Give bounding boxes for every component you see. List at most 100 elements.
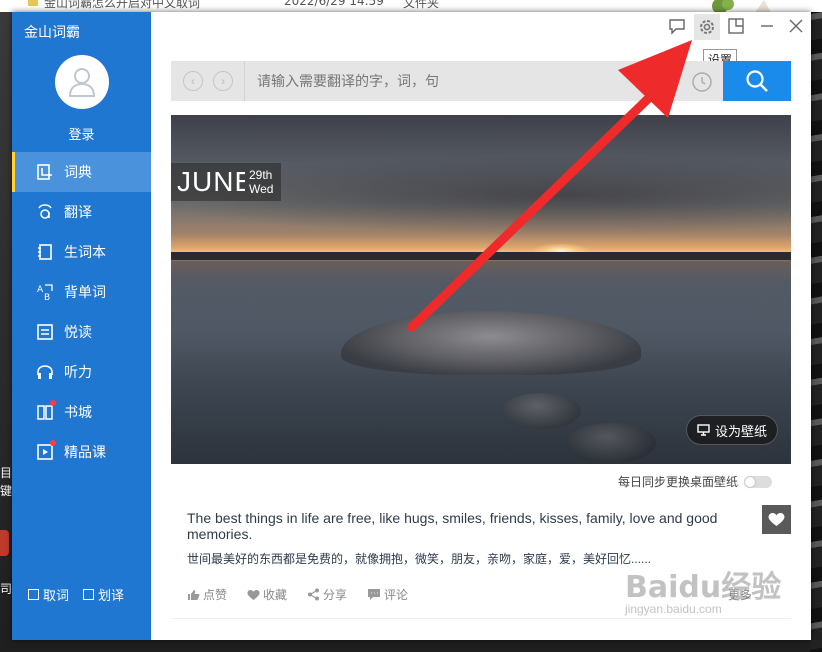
explorer-file-type: 文件夹 bbox=[403, 0, 440, 10]
sidebar-item-bookstore[interactable]: 书城 bbox=[12, 392, 151, 432]
date-weekday: Wed bbox=[249, 182, 274, 196]
settings-icon bbox=[700, 20, 714, 34]
comment-icon bbox=[368, 589, 381, 600]
login-link[interactable]: 登录 bbox=[12, 124, 151, 143]
date-side: 29th Wed bbox=[249, 168, 273, 196]
sidebar-item-dictionary[interactable]: 词典 bbox=[12, 152, 151, 192]
share-button[interactable]: 分享 bbox=[307, 586, 347, 603]
image-shoreline bbox=[171, 252, 791, 260]
wallpaper-sync-toggle[interactable] bbox=[744, 475, 773, 488]
select-translate-checkbox[interactable]: 划译 bbox=[83, 585, 124, 604]
sidebar-item-label: 听力 bbox=[64, 364, 92, 380]
sidebar-item-label: 背单词 bbox=[64, 284, 106, 300]
date-month: JUNE bbox=[177, 166, 245, 197]
comment-label: 评论 bbox=[384, 588, 409, 602]
sidebar-nav: 词典 翻译 生词本 AB 背单词 悦读 听力 书城 精品课 bbox=[12, 152, 151, 472]
desktop-wallpaper-edge bbox=[810, 0, 822, 652]
image-rock bbox=[341, 311, 641, 375]
sidebar-item-wordbook[interactable]: 生词本 bbox=[12, 232, 151, 272]
feedback-button[interactable] bbox=[668, 17, 686, 35]
sidebar-bottom-options: 取词 划译 bbox=[28, 585, 124, 604]
baidu-watermark: Baidu经验 jingyan.baidu.com bbox=[625, 562, 781, 616]
minimize-icon bbox=[761, 25, 773, 27]
date-day: 29th bbox=[249, 168, 273, 182]
reading-icon bbox=[36, 323, 54, 341]
desktop-app-icon[interactable] bbox=[0, 530, 9, 556]
date-badge: JUNE 29th Wed bbox=[171, 163, 282, 201]
close-button[interactable] bbox=[787, 17, 805, 35]
headphones-icon bbox=[36, 363, 54, 381]
mini-mode-button[interactable] bbox=[727, 17, 745, 35]
sidebar-item-label: 生词本 bbox=[64, 244, 106, 260]
checkbox-box bbox=[28, 589, 39, 600]
minimize-button[interactable] bbox=[758, 17, 776, 35]
share-icon bbox=[308, 588, 320, 601]
explorer-file-date: 2022/6/29 14:59 bbox=[284, 0, 384, 8]
sidebar-item-label: 词典 bbox=[64, 164, 92, 180]
set-wallpaper-label: 设为壁纸 bbox=[714, 423, 767, 439]
set-wallpaper-button[interactable]: 设为壁纸 bbox=[686, 415, 778, 445]
wallpaper-sync-label: 每日同步更换桌面壁纸 bbox=[618, 475, 739, 489]
bookstore-icon bbox=[36, 400, 56, 421]
search-input[interactable] bbox=[257, 71, 677, 91]
like-button[interactable]: 点赞 bbox=[187, 586, 227, 603]
daily-quote-english: The best things in life are free, like h… bbox=[187, 510, 718, 542]
feedback-icon bbox=[669, 19, 685, 35]
quote-actions: 点赞 收藏 分享 评论 bbox=[187, 586, 408, 603]
search-button[interactable] bbox=[723, 61, 791, 101]
close-icon bbox=[789, 19, 803, 33]
sidebar-item-memorize[interactable]: AB 背单词 bbox=[12, 272, 151, 312]
forward-button[interactable]: › bbox=[213, 71, 233, 91]
edge-char: 司 bbox=[0, 582, 13, 596]
image-stone bbox=[566, 423, 656, 463]
pick-word-checkbox[interactable]: 取词 bbox=[28, 585, 69, 604]
explorer-file-name: 金山词霸怎么开启对中文取词 bbox=[44, 0, 201, 10]
notification-dot bbox=[50, 440, 56, 446]
comment-button[interactable]: 评论 bbox=[367, 586, 408, 603]
sidebar-item-course[interactable]: 精品课 bbox=[12, 432, 151, 472]
wallpaper-sync-row: 每日同步更换桌面壁纸 bbox=[618, 473, 773, 490]
avatar[interactable] bbox=[55, 55, 109, 109]
app-window: 金山词霸 登录 词典 翻译 生词本 A B 背单词 悦读 听力 书城 精品课 取… bbox=[12, 12, 811, 640]
back-button[interactable]: ‹ bbox=[183, 71, 203, 91]
like-label: 点赞 bbox=[203, 588, 228, 602]
checkbox-box bbox=[83, 589, 95, 600]
sidebar-item-label: 悦读 bbox=[64, 324, 92, 340]
history-button[interactable] bbox=[691, 71, 713, 93]
chevron-left-icon: ‹ bbox=[191, 74, 195, 88]
heart-icon bbox=[768, 512, 785, 526]
search-divider bbox=[244, 61, 245, 101]
sidebar: 金山词霸 登录 词典 翻译 生词本 A B 背单词 悦读 听力 书城 精品课 取… bbox=[12, 12, 151, 640]
svg-text:B: B bbox=[44, 293, 50, 301]
desktop-left-edge: 目 键 司 bbox=[0, 460, 12, 600]
sidebar-item-translate[interactable]: 翻译 bbox=[12, 192, 151, 232]
wordbook-icon bbox=[36, 243, 54, 261]
app-title: 金山词霸 bbox=[24, 24, 80, 40]
folder-icon bbox=[28, 0, 38, 6]
explorer-file-row[interactable]: 金山词霸怎么开启对中文取词 2022/6/29 14:59 文件夹 bbox=[0, 0, 822, 12]
history-icon bbox=[692, 72, 712, 92]
user-icon bbox=[68, 68, 96, 97]
monitor-icon bbox=[697, 424, 710, 436]
favorite-button[interactable] bbox=[762, 505, 791, 534]
daily-wallpaper-image: JUNE 29th Wed 设为壁纸 bbox=[171, 115, 791, 464]
thumbs-up-icon bbox=[188, 589, 200, 600]
watermark-logo: Baidu经验 bbox=[625, 570, 782, 605]
sidebar-item-label: 书城 bbox=[64, 404, 92, 420]
sidebar-item-listening[interactable]: 听力 bbox=[12, 352, 151, 392]
mini-mode-icon bbox=[728, 18, 744, 34]
edge-char: 键 bbox=[0, 484, 13, 498]
search-icon bbox=[746, 70, 768, 92]
share-label: 分享 bbox=[323, 588, 348, 602]
toggle-knob bbox=[745, 476, 756, 487]
sidebar-item-reading[interactable]: 悦读 bbox=[12, 312, 151, 352]
memorize-icon: AB bbox=[36, 283, 54, 301]
notification-dot bbox=[50, 400, 56, 406]
collect-label: 收藏 bbox=[263, 588, 288, 602]
image-stone bbox=[501, 393, 581, 429]
content-divider bbox=[171, 618, 791, 619]
collect-button[interactable]: 收藏 bbox=[247, 586, 287, 603]
settings-button[interactable] bbox=[694, 14, 720, 40]
dictionary-icon bbox=[36, 163, 54, 181]
svg-text:A: A bbox=[37, 285, 44, 295]
